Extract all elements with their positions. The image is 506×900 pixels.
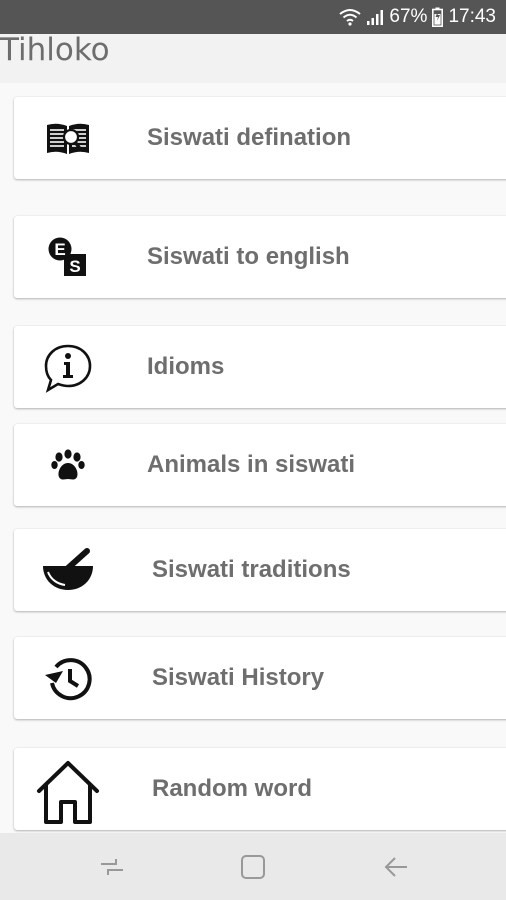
paw-icon xyxy=(40,438,96,494)
svg-text:S: S xyxy=(69,257,80,276)
menu-item-siswati-traditions[interactable]: Siswati traditions xyxy=(14,529,506,611)
menu-item-label: Animals in siswati xyxy=(147,451,356,478)
svg-text:E: E xyxy=(54,240,65,259)
menu-list: Siswati defination E S Siswati to englis… xyxy=(0,83,506,833)
menu-item-animals-in-siswati[interactable]: Animals in siswati xyxy=(14,424,506,506)
dictionary-book-icon xyxy=(40,111,96,167)
recent-apps-icon[interactable] xyxy=(92,847,132,887)
menu-item-siswati-definition[interactable]: Siswati defination xyxy=(14,97,506,179)
menu-item-label: Random word xyxy=(152,775,312,802)
translate-icon: E S xyxy=(40,230,96,286)
menu-item-random-word[interactable]: Random word xyxy=(14,748,506,830)
home-icon xyxy=(36,760,100,824)
battery-percent: 67% xyxy=(389,6,428,27)
back-icon[interactable] xyxy=(376,847,416,887)
status-icons: 67% 17:43 xyxy=(339,5,496,29)
home-button-icon[interactable] xyxy=(233,847,273,887)
menu-item-siswati-history[interactable]: Siswati History xyxy=(14,637,506,719)
status-bar: 67% 17:43 xyxy=(0,0,506,34)
wifi-icon xyxy=(339,8,362,26)
menu-item-siswati-to-english[interactable]: E S Siswati to english xyxy=(14,216,506,298)
signal-icon xyxy=(366,8,384,26)
battery-icon xyxy=(432,7,444,27)
app-title: Tihloko xyxy=(0,32,110,68)
menu-item-label: Idioms xyxy=(147,353,225,380)
menu-item-label: Siswati to english xyxy=(147,243,350,270)
clock-time: 17:43 xyxy=(448,6,496,27)
mortar-pestle-icon xyxy=(40,543,96,599)
history-icon xyxy=(40,651,96,707)
menu-item-label: Siswati traditions xyxy=(152,556,351,583)
info-speech-bubble-icon xyxy=(40,340,96,396)
menu-item-label: Siswati History xyxy=(152,664,325,691)
menu-item-label: Siswati defination xyxy=(147,124,352,151)
navigation-bar xyxy=(0,833,506,900)
menu-item-idioms[interactable]: Idioms xyxy=(14,326,506,408)
